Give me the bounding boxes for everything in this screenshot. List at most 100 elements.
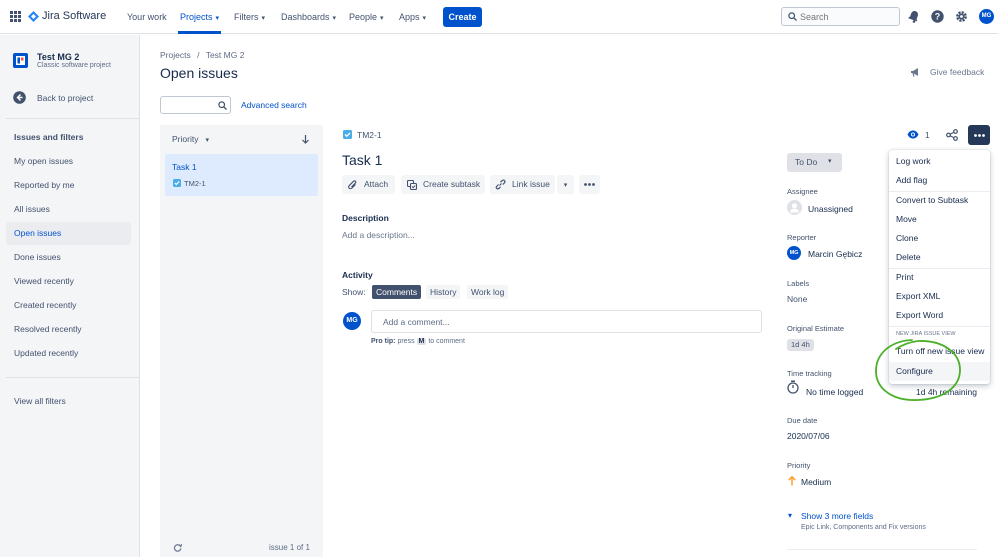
reporter-avatar: MG	[787, 246, 801, 260]
breadcrumb-projects[interactable]: Projects	[160, 50, 191, 60]
sidebar-item-reported-by-me[interactable]: Reported by me	[6, 174, 131, 197]
sidebar-item-view-all-filters[interactable]: View all filters	[6, 390, 131, 413]
more-actions-button[interactable]	[579, 175, 600, 194]
sidebar-item-created-recently[interactable]: Created recently	[6, 294, 131, 317]
menu-item-export-word[interactable]: Export Word	[889, 306, 990, 325]
nav-your-work[interactable]: Your work	[127, 12, 167, 22]
sidebar-item-my-open-issues[interactable]: My open issues	[6, 150, 131, 173]
labels-value[interactable]: None	[787, 294, 807, 304]
priority-value[interactable]: Medium	[801, 477, 831, 487]
create-subtask-label: Create subtask	[423, 179, 481, 189]
sidebar-item-viewed-recently[interactable]: Viewed recently	[6, 270, 131, 293]
project-avatar-icon	[13, 53, 28, 68]
help-icon[interactable]: ?	[931, 10, 944, 23]
nav-dashboards[interactable]: Dashboards ▾	[281, 12, 336, 22]
breadcrumb-separator: /	[197, 50, 200, 60]
comment-input[interactable]: Add a comment...	[371, 310, 762, 333]
menu-item-add-flag[interactable]: Add flag	[889, 171, 990, 190]
due-date-value[interactable]: 2020/07/06	[787, 431, 830, 441]
status-dropdown[interactable]: To Do ▾	[787, 153, 842, 172]
nav-projects[interactable]: Projects ▾	[177, 12, 222, 34]
link-issue-dropdown-button[interactable]: ▾	[557, 175, 574, 194]
stopwatch-icon	[787, 380, 799, 394]
chevron-down-icon: ▾	[422, 15, 427, 22]
sort-direction-arrow-icon[interactable]	[302, 135, 309, 144]
share-icon[interactable]	[946, 129, 958, 141]
menu-item-export-xml[interactable]: Export XML	[889, 287, 990, 306]
chevron-down-icon: ▾	[380, 15, 384, 22]
menu-item-clone[interactable]: Clone	[889, 229, 990, 248]
reporter-value[interactable]: Marcin Gębicz	[808, 249, 862, 259]
sort-label: Priority	[172, 134, 199, 144]
advanced-search-link[interactable]: Advanced search	[241, 100, 307, 110]
chevron-down-icon: ▾	[261, 15, 266, 22]
search-input[interactable]	[800, 10, 896, 23]
priority-label: Priority	[787, 461, 811, 470]
task-checkbox-icon	[173, 179, 181, 187]
top-navigation: Jira Software Your work Projects ▾ Filter…	[0, 0, 998, 34]
breadcrumb: Projects / Test MG 2	[160, 50, 244, 60]
sidebar-item-open-issues[interactable]: Open issues	[6, 222, 131, 245]
issue-list-item[interactable]: Task 1 TM2-1	[165, 154, 318, 196]
more-options-button[interactable]	[968, 125, 990, 145]
menu-item-delete[interactable]: Delete	[889, 248, 990, 267]
search-box[interactable]	[781, 7, 900, 26]
attach-button[interactable]: Attach	[342, 175, 395, 194]
product-name: Jira Software	[42, 10, 107, 22]
sort-by-priority[interactable]: Priority ▾	[172, 134, 209, 144]
sidebar-item-done-issues[interactable]: Done issues	[6, 246, 131, 269]
search-icon	[788, 12, 797, 21]
watch-count: 1	[925, 130, 930, 140]
highlight-circle-annotation	[875, 339, 961, 401]
issue-key-link[interactable]: TM2-1	[357, 130, 382, 140]
settings-gear-icon[interactable]	[955, 10, 968, 23]
pro-tip-press: press	[397, 338, 415, 345]
chevron-down-icon: ▾	[788, 511, 793, 520]
description-field[interactable]: Add a description...	[342, 230, 415, 240]
tab-work-log[interactable]: Work log	[467, 285, 509, 299]
status-label: To Do	[795, 157, 818, 167]
paperclip-icon	[348, 179, 357, 189]
menu-item-move[interactable]: Move	[889, 210, 990, 229]
chevron-down-icon: ▾	[828, 158, 832, 165]
labels-label: Labels	[787, 279, 810, 288]
tab-history[interactable]: History	[426, 285, 461, 299]
footer-fade	[787, 549, 977, 557]
menu-item-log-work[interactable]: Log work	[889, 152, 990, 171]
due-date-label: Due date	[787, 416, 818, 425]
nav-apps[interactable]: Apps ▾	[399, 12, 426, 22]
back-to-project-link[interactable]: Back to project	[13, 91, 133, 105]
sidebar-item-updated-recently[interactable]: Updated recently	[6, 342, 131, 365]
more-horizontal-icon	[584, 183, 595, 186]
issue-list-item-title: Task 1	[172, 162, 197, 172]
issue-title[interactable]: Task 1	[342, 152, 382, 168]
original-estimate-value[interactable]: 1d 4h	[787, 339, 814, 351]
page-title: Open issues	[160, 65, 238, 81]
link-issue-label: Link issue	[512, 179, 550, 189]
menu-item-convert-to-subtask[interactable]: Convert to Subtask	[889, 191, 990, 210]
tab-comments[interactable]: Comments	[372, 285, 422, 299]
sidebar-item-resolved-recently[interactable]: Resolved recently	[6, 318, 131, 341]
nav-people[interactable]: People ▾	[349, 12, 384, 22]
project-type: Classic software project	[37, 62, 111, 69]
assignee-value[interactable]: Unassigned	[808, 204, 853, 214]
sidebar-item-all-issues[interactable]: All issues	[6, 198, 131, 221]
user-avatar[interactable]: MG	[979, 9, 994, 24]
project-name[interactable]: Test MG 2	[37, 52, 79, 62]
create-button[interactable]: Create	[443, 7, 482, 27]
link-issue-button[interactable]: Link issue	[490, 175, 555, 194]
issue-search-box[interactable]	[160, 96, 231, 114]
notifications-icon[interactable]	[908, 10, 920, 23]
time-logged-value[interactable]: No time logged	[806, 387, 863, 397]
breadcrumb-project[interactable]: Test MG 2	[206, 50, 245, 60]
sidebar-divider	[6, 118, 140, 119]
app-switcher-icon[interactable]	[10, 11, 21, 22]
nav-filters[interactable]: Filters ▾	[234, 12, 265, 22]
watch-button[interactable]: 1	[907, 129, 932, 141]
arrow-left-circle-icon	[13, 91, 26, 104]
refresh-icon[interactable]	[173, 543, 182, 552]
menu-item-print[interactable]: Print	[889, 268, 990, 287]
show-more-fields-link[interactable]: ▾ Show 3 more fields Epic Link, Componen…	[787, 510, 957, 534]
give-feedback-link[interactable]: Give feedback	[910, 66, 990, 78]
create-subtask-button[interactable]: Create subtask	[401, 175, 485, 194]
